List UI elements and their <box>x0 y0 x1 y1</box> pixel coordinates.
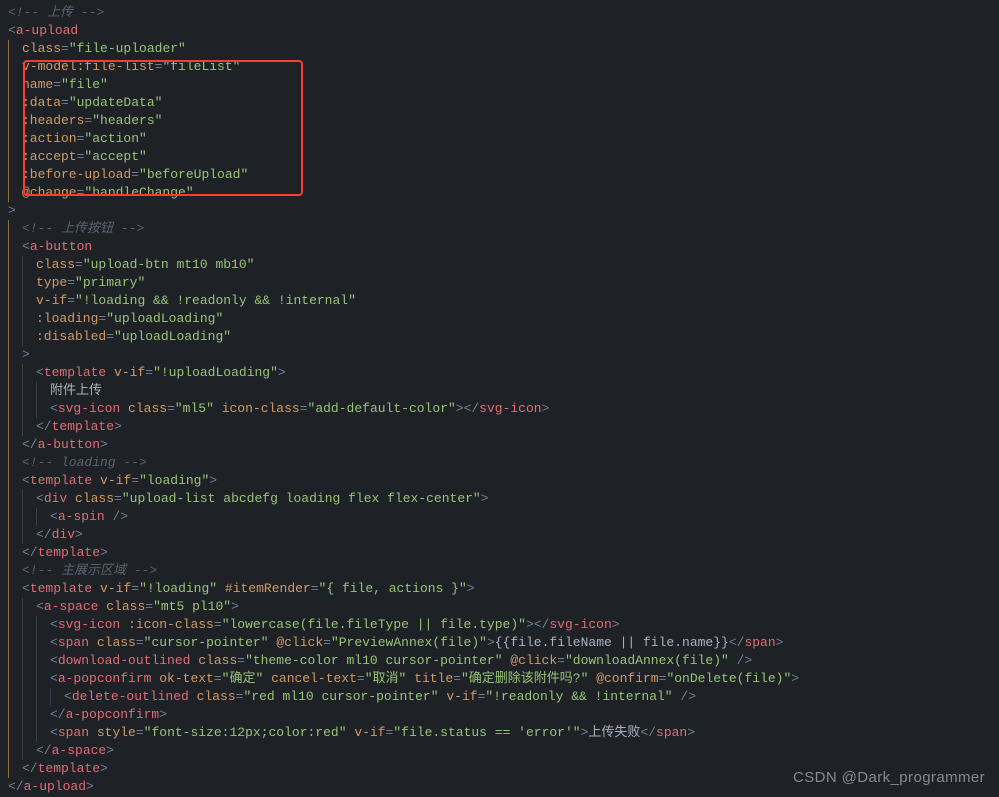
code-line[interactable]: <a-upload <box>8 22 999 40</box>
code-line[interactable]: <svg-icon class="ml5" icon-class="add-de… <box>8 400 999 418</box>
code-line[interactable]: @change="handleChange" <box>8 184 999 202</box>
code-line[interactable]: <svg-icon :icon-class="lowercase(file.fi… <box>8 616 999 634</box>
code-line[interactable]: <span class="cursor-pointer" @click="Pre… <box>8 634 999 652</box>
code-line[interactable]: type="primary" <box>8 274 999 292</box>
code-line[interactable]: :accept="accept" <box>8 148 999 166</box>
code-line[interactable]: <delete-outlined class="red ml10 cursor-… <box>8 688 999 706</box>
code-line[interactable]: <!-- 主展示区域 --> <box>8 562 999 580</box>
code-line[interactable]: :headers="headers" <box>8 112 999 130</box>
code-line[interactable]: <!-- 上传 --> <box>8 4 999 22</box>
code-line[interactable]: :action="action" <box>8 130 999 148</box>
code-line[interactable]: 附件上传 <box>8 382 999 400</box>
code-line[interactable]: :disabled="uploadLoading" <box>8 328 999 346</box>
code-line[interactable]: <a-popconfirm ok-text="确定" cancel-text="… <box>8 670 999 688</box>
code-line[interactable]: <a-space class="mt5 pl10"> <box>8 598 999 616</box>
code-line[interactable]: :loading="uploadLoading" <box>8 310 999 328</box>
code-line[interactable]: :before-upload="beforeUpload" <box>8 166 999 184</box>
code-line[interactable]: <div class="upload-list abcdefg loading … <box>8 490 999 508</box>
code-line[interactable]: <!-- loading --> <box>8 454 999 472</box>
code-line[interactable]: v-if="!loading && !readonly && !internal… <box>8 292 999 310</box>
code-line[interactable]: <download-outlined class="theme-color ml… <box>8 652 999 670</box>
code-line[interactable]: </a-button> <box>8 436 999 454</box>
code-line[interactable]: </div> <box>8 526 999 544</box>
code-line[interactable]: > <box>8 346 999 364</box>
code-line[interactable]: <template v-if="!loading" #itemRender="{… <box>8 580 999 598</box>
code-line[interactable]: class="file-uploader" <box>8 40 999 58</box>
code-line[interactable]: </a-space> <box>8 742 999 760</box>
code-line[interactable]: </template> <box>8 418 999 436</box>
code-line[interactable]: v-model:file-list="fileList" <box>8 58 999 76</box>
code-line[interactable]: <a-spin /> <box>8 508 999 526</box>
code-line[interactable]: > <box>8 202 999 220</box>
code-line[interactable]: </template> <box>8 544 999 562</box>
code-line[interactable]: class="upload-btn mt10 mb10" <box>8 256 999 274</box>
code-line[interactable]: <a-button <box>8 238 999 256</box>
watermark-text: CSDN @Dark_programmer <box>793 769 985 787</box>
code-line[interactable]: </a-popconfirm> <box>8 706 999 724</box>
code-line[interactable]: name="file" <box>8 76 999 94</box>
code-line[interactable]: <template v-if="loading"> <box>8 472 999 490</box>
code-line[interactable]: <template v-if="!uploadLoading"> <box>8 364 999 382</box>
code-line[interactable]: :data="updateData" <box>8 94 999 112</box>
code-line[interactable]: <!-- 上传按钮 --> <box>8 220 999 238</box>
code-editor-area[interactable]: <!-- 上传 --><a-upload class="file-uploade… <box>0 0 999 796</box>
code-line[interactable]: <span style="font-size:12px;color:red" v… <box>8 724 999 742</box>
